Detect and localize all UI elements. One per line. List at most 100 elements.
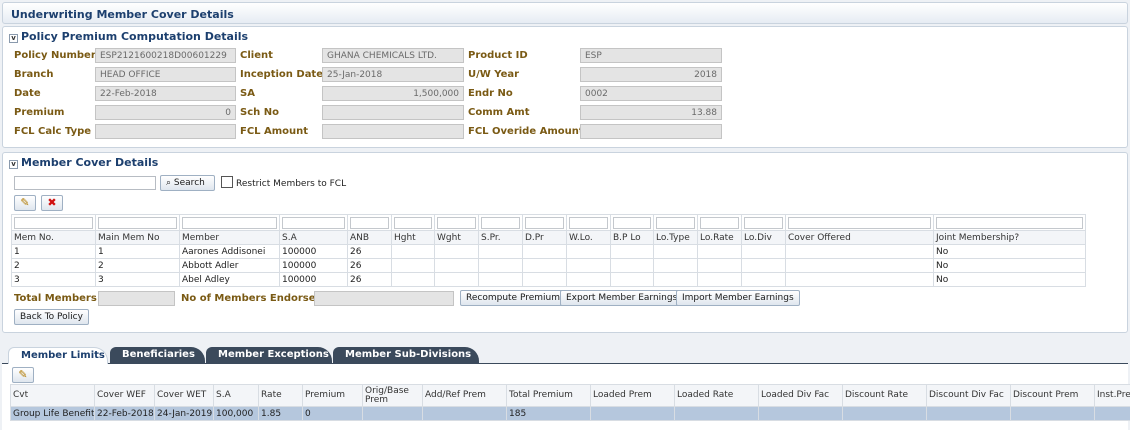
table-row[interactable]: 2 2 Abbott Adler 100000 26 No <box>11 258 1086 273</box>
table-cell <box>422 406 507 421</box>
column-filter-input[interactable] <box>481 216 520 229</box>
search-button[interactable]: ⌕ Search <box>160 175 215 191</box>
column-header[interactable]: Mem No. <box>11 230 96 245</box>
column-header[interactable]: S.A <box>279 230 348 245</box>
table-cell <box>362 406 423 421</box>
column-header[interactable]: Total Premium <box>506 384 591 407</box>
collapse-icon[interactable]: v <box>9 34 18 43</box>
column-filter-input[interactable] <box>350 216 389 229</box>
policy-number-field[interactable]: ESP2121600218D00601229 <box>95 48 236 63</box>
column-header[interactable]: D.Pr <box>522 230 567 245</box>
column-header[interactable]: Discount Rate <box>842 384 927 407</box>
fcl-override-amount-field[interactable] <box>580 124 722 139</box>
table-row[interactable]: 3 3 Abel Adley 100000 26 No <box>11 272 1086 287</box>
back-to-policy-button[interactable]: Back To Policy <box>14 309 89 325</box>
column-header[interactable]: Cover Offered <box>785 230 934 245</box>
column-header[interactable]: Cvt <box>10 384 95 407</box>
column-header[interactable]: Rate <box>258 384 303 407</box>
branch-field[interactable]: HEAD OFFICE <box>95 67 236 82</box>
client-field[interactable]: GHANA CHEMICALS LTD. <box>322 48 464 63</box>
column-filter-input[interactable] <box>613 216 651 229</box>
column-header[interactable]: Joint Membership? <box>933 230 1086 245</box>
table-cell: 1.85 <box>258 406 303 421</box>
sch-no-field[interactable] <box>322 105 464 120</box>
date-field[interactable]: 22-Feb-2018 <box>95 86 236 101</box>
column-header[interactable]: Loaded Prem <box>590 384 675 407</box>
table-cell: 100000 <box>279 258 348 273</box>
column-header[interactable]: Cover WEF <box>94 384 155 407</box>
sa-field[interactable]: 1,500,000 <box>322 86 464 101</box>
product-id-field[interactable]: ESP <box>580 48 722 63</box>
column-filter-input[interactable] <box>656 216 695 229</box>
table-cell <box>1094 406 1130 421</box>
column-header[interactable]: Cover WET <box>154 384 214 407</box>
uw-year-field[interactable]: 2018 <box>580 67 722 82</box>
column-filter-input[interactable] <box>437 216 476 229</box>
column-header[interactable]: Add/Ref Prem <box>422 384 507 407</box>
import-member-earnings-button[interactable]: Import Member Earnings <box>676 290 800 306</box>
table-cell <box>566 258 611 273</box>
table-row[interactable]: Group Life Benefit 22-Feb-2018 24-Jan-2019… <box>10 406 1130 421</box>
column-filter-input[interactable] <box>744 216 783 229</box>
column-filter-input[interactable] <box>788 216 931 229</box>
inception-date-field[interactable]: 25-Jan-2018 <box>322 67 464 82</box>
column-header[interactable]: B.P Lo <box>610 230 654 245</box>
column-header[interactable]: Lo.Type <box>653 230 698 245</box>
table-cell <box>926 406 1011 421</box>
endr-no-field[interactable]: 0002 <box>580 86 722 101</box>
tab-member-limits[interactable]: Member Limits <box>8 347 108 364</box>
total-members-field <box>98 291 175 306</box>
delete-button[interactable]: ✖ <box>41 195 63 211</box>
table-cell: 100000 <box>279 244 348 259</box>
column-header[interactable]: Lo.Rate <box>697 230 742 245</box>
column-header[interactable]: Main Mem No <box>95 230 180 245</box>
filter-cell <box>179 214 280 231</box>
column-filter-input[interactable] <box>14 216 93 229</box>
column-filter-input[interactable] <box>569 216 608 229</box>
collapse-icon[interactable]: v <box>9 160 18 169</box>
edit-button[interactable]: ✎ <box>14 195 36 211</box>
column-filter-input[interactable] <box>182 216 277 229</box>
column-header[interactable]: Inst.Pre <box>1094 384 1130 407</box>
premium-field[interactable]: 0 <box>95 105 236 120</box>
column-header[interactable]: Wght <box>434 230 479 245</box>
table-row[interactable]: 1 1 Aarones Addisonei 100000 26 No <box>11 244 1086 259</box>
column-filter-input[interactable] <box>98 216 177 229</box>
column-filter-input[interactable] <box>700 216 739 229</box>
column-header[interactable]: Discount Div Fac <box>926 384 1011 407</box>
column-header[interactable]: Orig/Base Prem <box>362 384 423 407</box>
column-header[interactable]: W.Lo. <box>566 230 611 245</box>
column-header[interactable]: Discount Prem <box>1010 384 1095 407</box>
column-header[interactable]: Hght <box>391 230 435 245</box>
sa-label: SA <box>240 88 255 99</box>
table-cell <box>434 258 479 273</box>
column-header[interactable]: S.Pr. <box>478 230 523 245</box>
fcl-calc-type-field[interactable] <box>95 124 236 139</box>
tab-beneficiaries[interactable]: Beneficiaries <box>110 347 205 364</box>
recompute-premium-button[interactable]: Recompute Premium <box>460 290 566 306</box>
member-search-input[interactable] <box>14 176 156 190</box>
export-member-earnings-button[interactable]: Export Member Earnings <box>560 290 684 306</box>
column-filter-input[interactable] <box>525 216 564 229</box>
table-cell <box>590 406 675 421</box>
comm-amt-field[interactable]: 13.88 <box>580 105 722 120</box>
filter-cell <box>566 214 611 231</box>
filter-cell <box>522 214 567 231</box>
column-filter-input[interactable] <box>282 216 345 229</box>
column-header[interactable]: Loaded Div Fac <box>758 384 843 407</box>
column-header[interactable]: ANB <box>347 230 392 245</box>
table-cell <box>697 258 742 273</box>
column-header[interactable]: S.A <box>213 384 259 407</box>
column-filter-input[interactable] <box>936 216 1083 229</box>
limits-edit-button[interactable]: ✎ <box>12 367 34 383</box>
column-header[interactable]: Lo.Div <box>741 230 786 245</box>
restrict-fcl-checkbox[interactable] <box>221 176 233 188</box>
table-cell <box>1010 406 1095 421</box>
fcl-amount-field[interactable] <box>322 124 464 139</box>
tab-member-sub-divisions[interactable]: Member Sub-Divisions <box>333 347 479 364</box>
column-filter-input[interactable] <box>394 216 432 229</box>
tab-member-exceptions[interactable]: Member Exceptions <box>206 347 332 364</box>
column-header[interactable]: Loaded Rate <box>674 384 759 407</box>
column-header[interactable]: Member <box>179 230 280 245</box>
column-header[interactable]: Premium <box>302 384 363 407</box>
